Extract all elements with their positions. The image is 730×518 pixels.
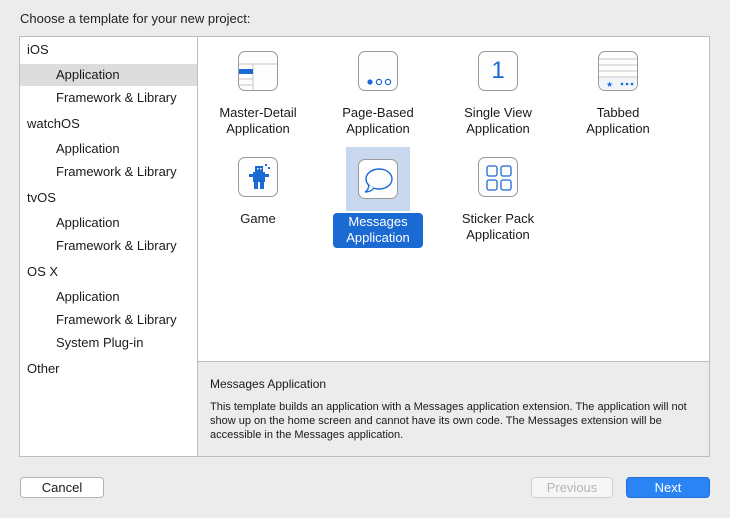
template-label: Page-Based Application: [342, 105, 414, 136]
platform-sidebar: iOS Application Framework & Library watc…: [20, 37, 198, 456]
template-grid: Master-Detail Application Page-Based Appli…: [198, 37, 709, 361]
master-detail-icon: [238, 51, 278, 91]
sidebar-item-osx-framework[interactable]: Framework & Library: [20, 309, 197, 331]
template-page-based[interactable]: Page-Based Application: [318, 37, 438, 137]
template-label: Master-Detail Application: [219, 105, 297, 136]
sidebar-item-tvos-application[interactable]: Application: [20, 212, 197, 234]
template-label: Game: [240, 211, 276, 226]
template-single-view[interactable]: 1 Single View Application: [438, 37, 558, 137]
messages-icon: [358, 159, 398, 199]
sidebar-item-ios-application[interactable]: Application: [20, 64, 197, 86]
sidebar-group-other[interactable]: Other: [20, 358, 197, 380]
sidebar-group-tvos[interactable]: tvOS: [20, 187, 197, 209]
template-label-selected: Messages Application: [333, 213, 423, 248]
game-icon: [238, 157, 278, 197]
sidebar-item-ios-framework[interactable]: Framework & Library: [20, 87, 197, 109]
sidebar-group-osx[interactable]: OS X: [20, 261, 197, 283]
sticker-pack-icon: [478, 157, 518, 197]
template-label: Single View Application: [464, 105, 532, 136]
template-sticker-pack[interactable]: Sticker Pack Application: [438, 143, 558, 243]
sidebar-item-watchos-framework[interactable]: Framework & Library: [20, 161, 197, 183]
sidebar-item-osx-system-plugin[interactable]: System Plug-in: [20, 332, 197, 354]
template-label: Sticker Pack Application: [461, 211, 535, 242]
sidebar-item-osx-application[interactable]: Application: [20, 286, 197, 308]
sidebar-item-tvos-framework[interactable]: Framework & Library: [20, 235, 197, 257]
template-label: Tabbed Application: [586, 105, 650, 136]
svg-text:★: ★: [606, 80, 613, 89]
template-description: Messages Application This template build…: [198, 361, 709, 456]
sidebar-group-watchos[interactable]: watchOS: [20, 113, 197, 135]
single-view-icon: 1: [478, 51, 518, 91]
template-chooser: iOS Application Framework & Library watc…: [19, 36, 710, 457]
description-body: This template builds an application with…: [210, 401, 687, 441]
template-tabbed[interactable]: ★ Tabbed Application: [558, 37, 678, 137]
template-master-detail[interactable]: Master-Detail Application: [198, 37, 318, 137]
sidebar-group-ios[interactable]: iOS: [20, 39, 197, 61]
next-button[interactable]: Next: [626, 477, 710, 498]
sidebar-item-watchos-application[interactable]: Application: [20, 138, 197, 160]
page-title: Choose a template for your new project:: [20, 11, 251, 26]
description-title: Messages Application: [210, 377, 327, 391]
page-based-icon: [358, 51, 398, 91]
template-game[interactable]: Game: [198, 143, 318, 243]
tabbed-icon: ★: [598, 51, 638, 91]
previous-button[interactable]: Previous: [531, 477, 613, 498]
cancel-button[interactable]: Cancel: [20, 477, 104, 498]
template-messages[interactable]: Messages Application: [318, 143, 438, 248]
